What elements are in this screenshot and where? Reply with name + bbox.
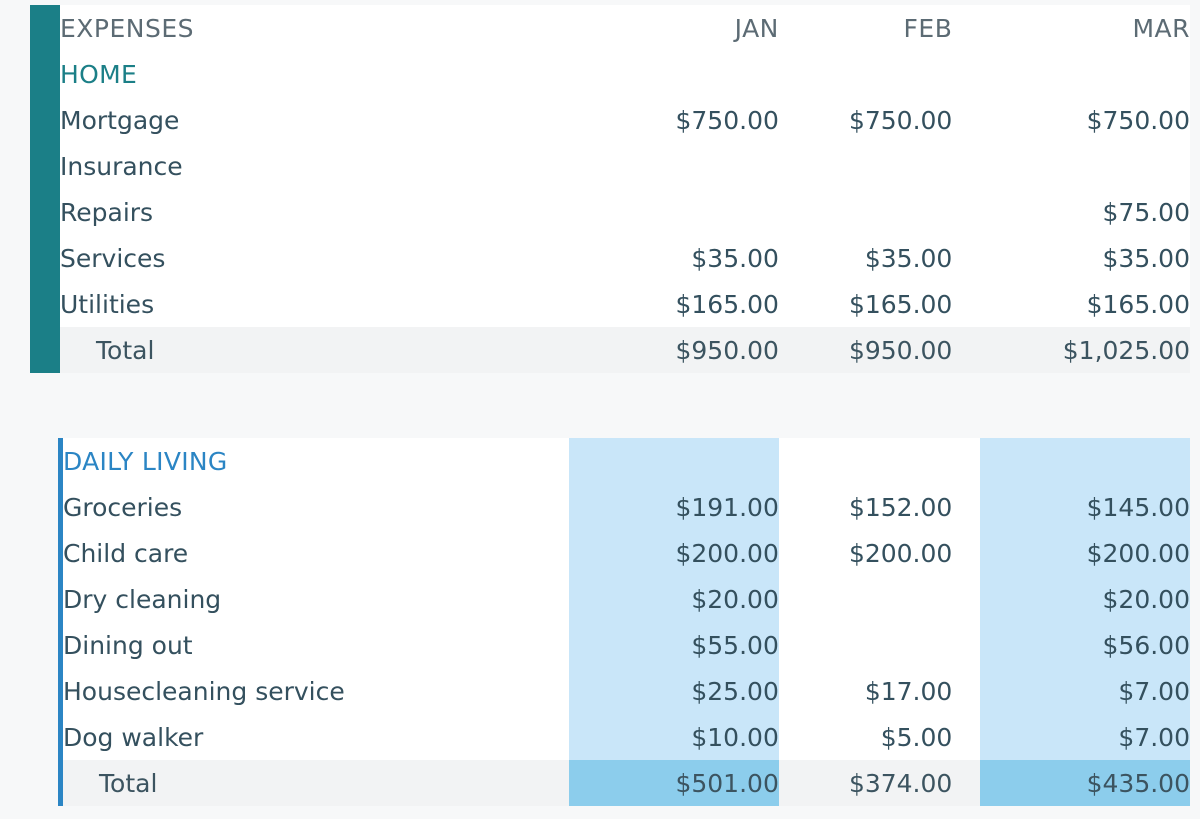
total-jan: $501.00: [569, 760, 779, 806]
section-title-row-home: HOME: [60, 51, 1190, 97]
budget-spreadsheet: EXPENSES JAN FEB MAR HOME Mortgage $750.…: [0, 0, 1200, 819]
cell-mar[interactable]: $75.00: [980, 189, 1190, 235]
section-title-daily-living: DAILY LIVING: [63, 446, 228, 476]
row-label: Housecleaning service: [63, 676, 345, 706]
table-row[interactable]: Groceries $191.00 $152.00 $145.00: [63, 484, 1190, 530]
highlight-cell-jan: [569, 438, 779, 484]
row-label: Utilities: [60, 289, 155, 319]
cell-feb[interactable]: [779, 143, 980, 189]
table-row[interactable]: Insurance: [60, 143, 1190, 189]
cell-jan[interactable]: $165.00: [569, 281, 779, 327]
section-accent-bar-home: [30, 5, 60, 373]
header-month-mar: MAR: [1132, 13, 1190, 43]
total-feb: $374.00: [778, 760, 981, 806]
table-row[interactable]: Repairs $75.00: [60, 189, 1190, 235]
section-body-daily-living: DAILY LIVING Groceries $191.00 $152.00 $…: [63, 438, 1190, 806]
section-title-row-daily-living: DAILY LIVING: [63, 438, 1190, 484]
row-label: Dog walker: [63, 722, 204, 752]
cell-mar[interactable]: $7.00: [980, 714, 1190, 760]
cell-mar[interactable]: $35.00: [980, 235, 1190, 281]
daily-living-expense-table: DAILY LIVING Groceries $191.00 $152.00 $…: [63, 438, 1190, 806]
header-month-jan: JAN: [734, 13, 779, 43]
cell-feb[interactable]: $152.00: [779, 484, 980, 530]
home-expense-table: EXPENSES JAN FEB MAR HOME Mortgage $750.…: [60, 5, 1190, 373]
total-row-home: Total $950.00 $950.00 $1,025.00: [60, 327, 1190, 373]
cell-feb[interactable]: [779, 189, 980, 235]
cell-feb[interactable]: [779, 576, 980, 622]
expense-section-daily-living: DAILY LIVING Groceries $191.00 $152.00 $…: [58, 438, 1190, 806]
cell-jan[interactable]: $25.00: [569, 668, 779, 714]
table-row[interactable]: Mortgage $750.00 $750.00 $750.00: [60, 97, 1190, 143]
total-mar: $435.00: [980, 760, 1190, 806]
row-label: Child care: [63, 538, 189, 568]
header-month-feb: FEB: [903, 13, 953, 43]
cell-mar[interactable]: $56.00: [980, 622, 1190, 668]
cell-feb[interactable]: [779, 622, 980, 668]
total-row-daily-living: Total $501.00 $374.00 $435.00: [63, 760, 1190, 806]
cell-jan[interactable]: $10.00: [569, 714, 779, 760]
cell-jan[interactable]: [569, 143, 779, 189]
table-row[interactable]: Housecleaning service $25.00 $17.00 $7.0…: [63, 668, 1190, 714]
section-body-home: EXPENSES JAN FEB MAR HOME Mortgage $750.…: [60, 5, 1190, 373]
cell-jan[interactable]: $191.00: [569, 484, 779, 530]
cell-mar[interactable]: $750.00: [980, 97, 1190, 143]
table-row[interactable]: Services $35.00 $35.00 $35.00: [60, 235, 1190, 281]
total-label: Total: [63, 760, 570, 806]
total-mar: $1,025.00: [980, 327, 1190, 373]
cell-mar[interactable]: $7.00: [980, 668, 1190, 714]
table-row[interactable]: Utilities $165.00 $165.00 $165.00: [60, 281, 1190, 327]
cell-feb[interactable]: $5.00: [779, 714, 980, 760]
table-row[interactable]: Dog walker $10.00 $5.00 $7.00: [63, 714, 1190, 760]
row-label: Mortgage: [60, 105, 180, 135]
table-row[interactable]: Dining out $55.00 $56.00: [63, 622, 1190, 668]
cell-feb[interactable]: $200.00: [779, 530, 980, 576]
table-header-row: EXPENSES JAN FEB MAR: [60, 5, 1190, 51]
row-label: Dry cleaning: [63, 584, 222, 614]
row-label: Services: [60, 243, 166, 273]
table-row[interactable]: Dry cleaning $20.00 $20.00: [63, 576, 1190, 622]
expense-section-home: EXPENSES JAN FEB MAR HOME Mortgage $750.…: [30, 5, 1190, 373]
cell-jan[interactable]: $200.00: [569, 530, 779, 576]
cell-feb[interactable]: $35.00: [779, 235, 980, 281]
cell-feb[interactable]: $750.00: [779, 97, 980, 143]
section-title-home: HOME: [60, 59, 138, 89]
cell-mar[interactable]: $145.00: [980, 484, 1190, 530]
table-row[interactable]: Child care $200.00 $200.00 $200.00: [63, 530, 1190, 576]
total-label: Total: [60, 327, 570, 373]
cell-mar[interactable]: $20.00: [980, 576, 1190, 622]
cell-jan[interactable]: $20.00: [569, 576, 779, 622]
cell-feb[interactable]: $165.00: [779, 281, 980, 327]
cell-jan[interactable]: $55.00: [569, 622, 779, 668]
row-label: Repairs: [60, 197, 154, 227]
row-label: Groceries: [63, 492, 183, 522]
cell-mar[interactable]: [980, 143, 1190, 189]
cell-feb[interactable]: $17.00: [779, 668, 980, 714]
total-feb: $950.00: [778, 327, 981, 373]
highlight-cell-mar: [980, 438, 1190, 484]
cell-mar[interactable]: $165.00: [980, 281, 1190, 327]
row-label: Dining out: [63, 630, 193, 660]
cell-jan[interactable]: [569, 189, 779, 235]
cell-jan[interactable]: $35.00: [569, 235, 778, 281]
cell-jan[interactable]: $750.00: [569, 97, 779, 143]
row-label: Insurance: [60, 151, 183, 181]
total-jan: $950.00: [569, 327, 779, 373]
header-expenses-label: EXPENSES: [60, 13, 195, 43]
cell-mar[interactable]: $200.00: [980, 530, 1190, 576]
